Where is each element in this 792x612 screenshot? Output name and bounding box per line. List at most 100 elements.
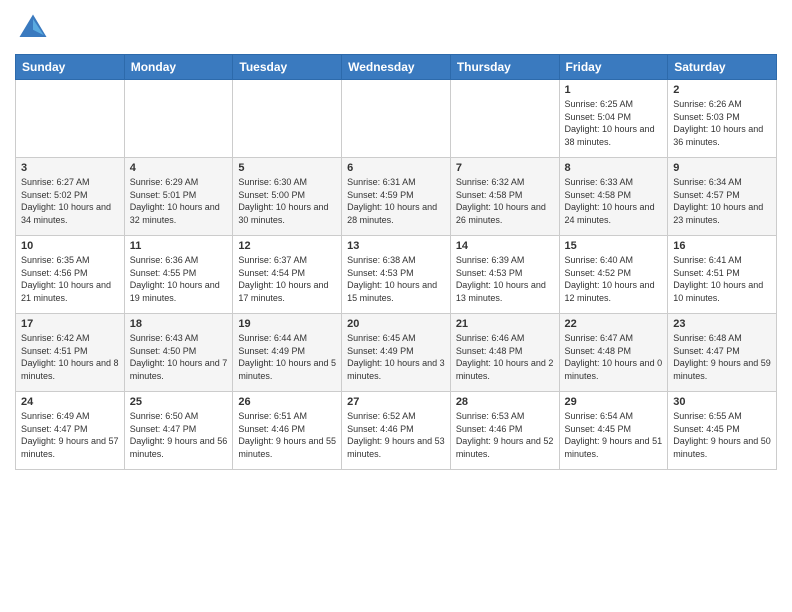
day-cell [16,80,125,158]
day-number: 29 [565,396,663,408]
day-cell: 30 Sunrise: 6:55 AM Sunset: 4:45 PM Dayli… [668,392,777,470]
day-info: Sunrise: 6:55 AM Sunset: 4:45 PM Dayligh… [673,410,771,460]
day-info: Sunrise: 6:40 AM Sunset: 4:52 PM Dayligh… [565,254,663,304]
day-cell: 1Sunrise: 6:25 AM Sunset: 5:04 PM Daylig… [559,80,668,158]
day-info: Sunrise: 6:27 AM Sunset: 5:02 PM Dayligh… [21,176,119,226]
day-number: 23 [673,318,771,330]
week-row-2: 3Sunrise: 6:27 AM Sunset: 5:02 PM Daylig… [16,158,777,236]
day-cell: 11 Sunrise: 6:36 AM Sunset: 4:55 PM Dayli… [124,236,233,314]
header [15,10,777,46]
day-cell [124,80,233,158]
page: SundayMondayTuesdayWednesdayThursdayFrid… [0,0,792,480]
day-number: 8 [565,162,663,174]
day-cell: 21 Sunrise: 6:46 AM Sunset: 4:48 PM Dayli… [450,314,559,392]
logo-icon [15,10,51,46]
day-cell: 4Sunrise: 6:29 AM Sunset: 5:01 PM Daylig… [124,158,233,236]
day-number: 18 [130,318,228,330]
day-number: 14 [456,240,554,252]
day-info: Sunrise: 6:51 AM Sunset: 4:46 PM Dayligh… [238,410,336,460]
day-info: Sunrise: 6:43 AM Sunset: 4:50 PM Dayligh… [130,332,228,382]
day-cell: 16Sunrise: 6:41 AM Sunset: 4:51 PM Dayli… [668,236,777,314]
weekday-header-tuesday: Tuesday [233,55,342,80]
day-info: Sunrise: 6:32 AM Sunset: 4:58 PM Dayligh… [456,176,554,226]
day-info: Sunrise: 6:54 AM Sunset: 4:45 PM Dayligh… [565,410,663,460]
logo [15,10,55,46]
day-cell: 6 Sunrise: 6:31 AM Sunset: 4:59 PM Daylig… [342,158,451,236]
day-info: Sunrise: 6:41 AM Sunset: 4:51 PM Dayligh… [673,254,771,304]
day-info: Sunrise: 6:47 AM Sunset: 4:48 PM Dayligh… [565,332,663,382]
weekday-header-friday: Friday [559,55,668,80]
week-row-5: 24 Sunrise: 6:49 AM Sunset: 4:47 PM Dayli… [16,392,777,470]
day-info: Sunrise: 6:46 AM Sunset: 4:48 PM Dayligh… [456,332,554,382]
day-number: 24 [21,396,119,408]
day-info: Sunrise: 6:29 AM Sunset: 5:01 PM Dayligh… [130,176,228,226]
day-info: Sunrise: 6:42 AM Sunset: 4:51 PM Dayligh… [21,332,119,382]
day-cell: 3Sunrise: 6:27 AM Sunset: 5:02 PM Daylig… [16,158,125,236]
day-cell [342,80,451,158]
day-number: 26 [238,396,336,408]
day-cell: 5 Sunrise: 6:30 AM Sunset: 5:00 PM Daylig… [233,158,342,236]
day-number: 13 [347,240,445,252]
day-cell [450,80,559,158]
day-cell: 26 Sunrise: 6:51 AM Sunset: 4:46 PM Dayli… [233,392,342,470]
day-cell: 29 Sunrise: 6:54 AM Sunset: 4:45 PM Dayli… [559,392,668,470]
day-cell: 24 Sunrise: 6:49 AM Sunset: 4:47 PM Dayli… [16,392,125,470]
day-info: Sunrise: 6:36 AM Sunset: 4:55 PM Dayligh… [130,254,228,304]
week-row-1: 1Sunrise: 6:25 AM Sunset: 5:04 PM Daylig… [16,80,777,158]
day-cell: 15 Sunrise: 6:40 AM Sunset: 4:52 PM Dayli… [559,236,668,314]
day-info: Sunrise: 6:26 AM Sunset: 5:03 PM Dayligh… [673,98,771,148]
day-info: Sunrise: 6:45 AM Sunset: 4:49 PM Dayligh… [347,332,445,382]
day-cell: 28 Sunrise: 6:53 AM Sunset: 4:46 PM Dayli… [450,392,559,470]
day-cell: 22 Sunrise: 6:47 AM Sunset: 4:48 PM Dayli… [559,314,668,392]
day-info: Sunrise: 6:30 AM Sunset: 5:00 PM Dayligh… [238,176,336,226]
day-number: 12 [238,240,336,252]
day-info: Sunrise: 6:33 AM Sunset: 4:58 PM Dayligh… [565,176,663,226]
day-number: 10 [21,240,119,252]
day-number: 7 [456,162,554,174]
day-info: Sunrise: 6:31 AM Sunset: 4:59 PM Dayligh… [347,176,445,226]
day-info: Sunrise: 6:34 AM Sunset: 4:57 PM Dayligh… [673,176,771,226]
day-info: Sunrise: 6:39 AM Sunset: 4:53 PM Dayligh… [456,254,554,304]
day-number: 21 [456,318,554,330]
day-cell: 25 Sunrise: 6:50 AM Sunset: 4:47 PM Dayli… [124,392,233,470]
weekday-header-saturday: Saturday [668,55,777,80]
day-info: Sunrise: 6:37 AM Sunset: 4:54 PM Dayligh… [238,254,336,304]
day-cell: 19Sunrise: 6:44 AM Sunset: 4:49 PM Dayli… [233,314,342,392]
day-number: 6 [347,162,445,174]
day-number: 30 [673,396,771,408]
week-row-3: 10 Sunrise: 6:35 AM Sunset: 4:56 PM Dayli… [16,236,777,314]
weekday-header-wednesday: Wednesday [342,55,451,80]
day-cell: 7 Sunrise: 6:32 AM Sunset: 4:58 PM Daylig… [450,158,559,236]
day-number: 15 [565,240,663,252]
day-cell: 12 Sunrise: 6:37 AM Sunset: 4:54 PM Dayli… [233,236,342,314]
day-number: 9 [673,162,771,174]
day-number: 2 [673,84,771,96]
day-number: 17 [21,318,119,330]
day-number: 11 [130,240,228,252]
day-number: 27 [347,396,445,408]
weekday-header-monday: Monday [124,55,233,80]
day-info: Sunrise: 6:38 AM Sunset: 4:53 PM Dayligh… [347,254,445,304]
day-info: Sunrise: 6:25 AM Sunset: 5:04 PM Dayligh… [565,98,663,148]
day-number: 25 [130,396,228,408]
day-info: Sunrise: 6:53 AM Sunset: 4:46 PM Dayligh… [456,410,554,460]
day-info: Sunrise: 6:50 AM Sunset: 4:47 PM Dayligh… [130,410,228,460]
day-cell: 13 Sunrise: 6:38 AM Sunset: 4:53 PM Dayli… [342,236,451,314]
day-number: 19 [238,318,336,330]
day-cell: 9 Sunrise: 6:34 AM Sunset: 4:57 PM Daylig… [668,158,777,236]
day-info: Sunrise: 6:49 AM Sunset: 4:47 PM Dayligh… [21,410,119,460]
day-number: 20 [347,318,445,330]
day-cell: 17 Sunrise: 6:42 AM Sunset: 4:51 PM Dayli… [16,314,125,392]
day-cell: 23 Sunrise: 6:48 AM Sunset: 4:47 PM Dayli… [668,314,777,392]
day-info: Sunrise: 6:35 AM Sunset: 4:56 PM Dayligh… [21,254,119,304]
week-row-4: 17 Sunrise: 6:42 AM Sunset: 4:51 PM Dayli… [16,314,777,392]
day-number: 22 [565,318,663,330]
day-number: 28 [456,396,554,408]
calendar-table: SundayMondayTuesdayWednesdayThursdayFrid… [15,54,777,470]
day-cell: 27 Sunrise: 6:52 AM Sunset: 4:46 PM Dayli… [342,392,451,470]
day-cell: 14 Sunrise: 6:39 AM Sunset: 4:53 PM Dayli… [450,236,559,314]
weekday-header-sunday: Sunday [16,55,125,80]
day-info: Sunrise: 6:48 AM Sunset: 4:47 PM Dayligh… [673,332,771,382]
day-info: Sunrise: 6:52 AM Sunset: 4:46 PM Dayligh… [347,410,445,460]
day-number: 5 [238,162,336,174]
